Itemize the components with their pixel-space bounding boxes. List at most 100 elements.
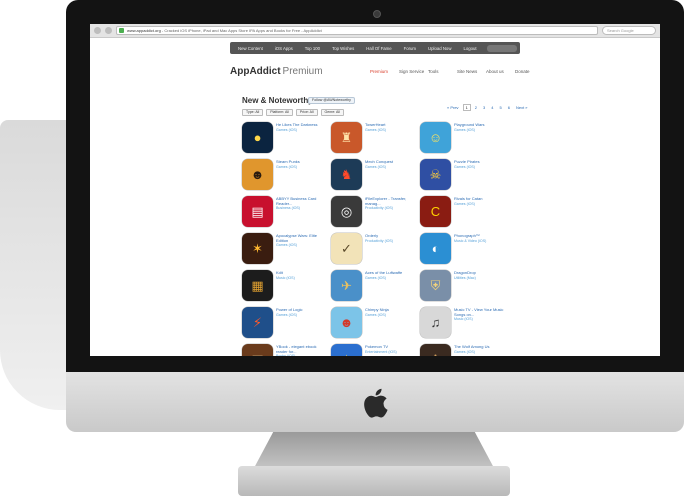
app-list-item[interactable]: ☻ Chimpy Ninja Games (iOS) [331,307,420,340]
forward-icon[interactable] [105,27,112,34]
app-category-link[interactable]: Music (iOS) [276,276,329,280]
twitter-follow-button[interactable]: Follow @AWNoteworthy [308,97,355,104]
app-icon[interactable]: ▥ [242,344,273,356]
app-category-link[interactable]: Games (iOS) [365,276,418,280]
app-icon[interactable]: ● [242,122,273,153]
app-category-link[interactable]: Entertainment (iOS) [365,350,418,354]
app-category-link[interactable]: Games (iOS) [454,128,507,132]
app-category-link[interactable]: Books (iOS) [276,354,329,356]
site-search-input[interactable] [487,44,517,52]
app-name-link[interactable]: ABBYY Business Card Reader... [276,196,329,206]
app-icon[interactable]: ✶ [242,233,273,264]
app-list-item[interactable]: ▦ Kdit Music (iOS) [242,270,331,303]
app-icon[interactable]: ▤ [242,196,273,227]
app-icon[interactable]: ♟ [420,344,451,356]
next-page-link[interactable]: Next » [514,104,530,111]
app-category-link[interactable]: Games (iOS) [454,202,507,206]
app-list-item[interactable]: ♫ Music TV - View Your Music Songs on... M… [420,307,509,340]
app-icon[interactable]: ★ [331,344,362,356]
app-category-link[interactable]: Music (iOS) [454,317,507,321]
page-link[interactable]: 6 [506,104,512,111]
app-list-item[interactable]: ♟The Wolf Among UsGames (iOS) [420,344,509,356]
topnav-item[interactable]: Hall Of Fame [360,46,397,51]
app-category-link[interactable]: Games (iOS) [454,350,507,354]
app-category-link[interactable]: Music & Video (iOS) [454,239,507,243]
page-link[interactable]: 3 [481,104,487,111]
app-icon[interactable]: ♜ [331,122,362,153]
topnav-item[interactable]: iOS Apps [269,46,299,51]
filter-select[interactable]: Price: All [295,109,318,116]
app-list-item[interactable]: ☠ Puzzle Pirates Games (iOS) [420,159,509,192]
subnav-item[interactable]: Site News [457,69,486,74]
app-list-item[interactable]: ⛨ DragonDrop Utilities (Mac) [420,270,509,303]
app-category-link[interactable]: Games (iOS) [454,165,507,169]
app-category-link[interactable]: Games (iOS) [365,128,418,132]
app-list-item[interactable]: ☻ Steam Punks Games (iOS) [242,159,331,192]
app-icon[interactable]: ◎ [331,196,362,227]
app-icon[interactable]: ♞ [331,159,362,190]
app-list-item[interactable]: ◎ iFileExplorer - Transfer, manag... Produ… [331,196,420,229]
site-logo[interactable]: AppAddict Premium [230,66,323,77]
app-category-link[interactable]: Games (iOS) [365,165,418,169]
app-category-link[interactable]: Games (iOS) [276,165,329,169]
page-link[interactable]: 4 [489,104,495,111]
app-name-link[interactable]: iFileExplorer - Transfer, manag... [365,196,418,206]
app-name-link[interactable]: YBook - elegant ebook reader for... [276,344,329,354]
app-list-item[interactable]: ★Pokemon TVEntertainment (iOS) [331,344,420,356]
app-category-link[interactable]: Games (iOS) [276,128,329,132]
filter-select[interactable]: Platform: All [266,109,293,116]
subnav-item[interactable]: About us [486,69,515,74]
app-icon[interactable]: C [420,196,451,227]
app-icon[interactable]: ☻ [242,159,273,190]
app-list-item[interactable]: ● He Likes The Darkness Games (iOS) [242,122,331,155]
app-icon[interactable]: ☠ [420,159,451,190]
app-list-item[interactable]: ◐ Phonograph™ Music & Video (iOS) [420,233,509,266]
subnav-item[interactable]: Sign Service [399,69,428,74]
app-icon[interactable]: ✈ [331,270,362,301]
back-icon[interactable] [94,27,101,34]
app-icon[interactable]: ◐ [420,233,451,264]
topnav-item[interactable]: Top 100 [299,46,326,51]
app-category-link[interactable]: Productivity (iOS) [365,239,418,243]
page-link[interactable]: 1 [462,104,471,111]
app-list-item[interactable]: ♞ Mech Conquest Games (iOS) [331,159,420,192]
prev-page-link[interactable]: « Prev [445,104,461,111]
subnav-item[interactable]: Tools [428,69,457,74]
topnav-item[interactable]: Logout [457,46,482,51]
filter-select[interactable]: Genre: All [320,109,344,116]
app-name-link[interactable]: Music TV - View Your Music Songs on... [454,307,507,317]
address-bar[interactable]: www.appaddict.org - Cracked iOS iPhone, … [116,26,598,35]
topnav-item[interactable]: Top Wishes [326,46,360,51]
subnav-item[interactable]: Donate [515,69,544,74]
app-icon[interactable]: ☺ [420,122,451,153]
app-category-link[interactable]: Games (iOS) [365,313,418,317]
filter-select[interactable]: Type: All [242,109,264,116]
app-icon[interactable]: ⛨ [420,270,451,301]
app-icon[interactable]: ♫ [420,307,451,338]
app-list-item[interactable]: ▤ ABBYY Business Card Reader... Business (… [242,196,331,229]
app-list-item[interactable]: ☺ Playground Wars Games (iOS) [420,122,509,155]
app-list-item[interactable]: ▥YBook - elegant ebook reader for...Book… [242,344,331,356]
browser-search-input[interactable]: Search Google [602,26,656,35]
app-list-item[interactable]: C Rivals for Catan Games (iOS) [420,196,509,229]
app-category-link[interactable]: Games (iOS) [276,313,329,317]
app-category-link[interactable]: Business (iOS) [276,206,329,210]
app-list-item[interactable]: ✈ Aces of the Luftwaffe Games (iOS) [331,270,420,303]
app-list-item[interactable]: ✓ Orderly Productivity (iOS) [331,233,420,266]
app-list-item[interactable]: ⚡ Power of Logic Games (iOS) [242,307,331,340]
app-list-item[interactable]: ♜ TowerHeart Games (iOS) [331,122,420,155]
app-category-link[interactable]: Utilities (Mac) [454,276,507,280]
app-name-link[interactable]: Apocalypse Wars: Elite Edition [276,233,329,243]
page-link[interactable]: 2 [473,104,479,111]
app-icon[interactable]: ✓ [331,233,362,264]
page-link[interactable]: 5 [498,104,504,111]
app-icon[interactable]: ☻ [331,307,362,338]
subnav-item[interactable]: Premium [370,69,399,74]
app-list-item[interactable]: ✶ Apocalypse Wars: Elite Edition Games (iO… [242,233,331,266]
app-category-link[interactable]: Productivity (iOS) [365,206,418,210]
topnav-item[interactable]: Upload Now [422,46,457,51]
app-icon[interactable]: ▦ [242,270,273,301]
app-category-link[interactable]: Games (iOS) [276,243,329,247]
app-icon[interactable]: ⚡ [242,307,273,338]
topnav-item[interactable]: Forum [398,46,422,51]
